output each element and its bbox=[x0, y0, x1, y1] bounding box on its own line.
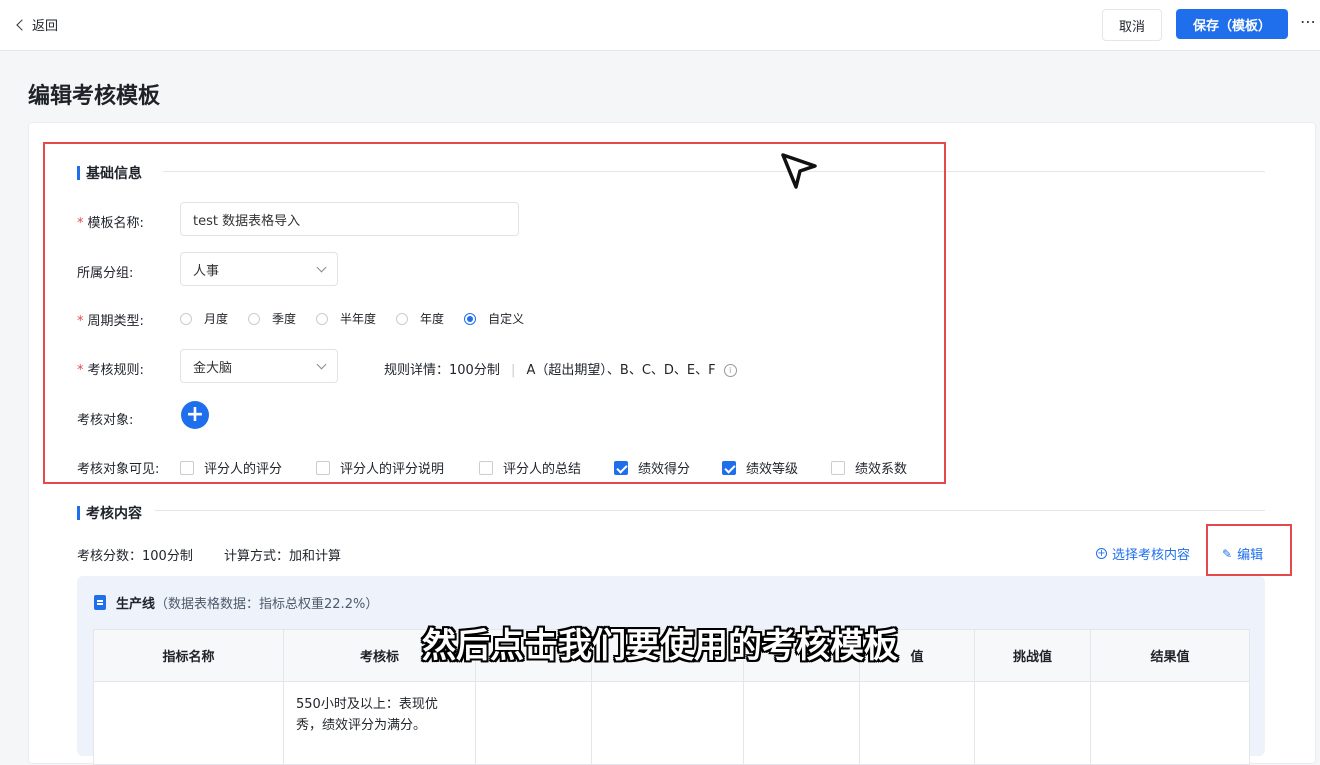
section-divider bbox=[155, 510, 1265, 511]
select-content-link[interactable]: + 选择考核内容 bbox=[1096, 544, 1190, 563]
chevron-left-icon bbox=[16, 19, 28, 31]
save-template-button[interactable]: 保存（模板） bbox=[1176, 9, 1288, 39]
more-icon[interactable]: ⋯ bbox=[1300, 12, 1316, 31]
highlight-edit bbox=[1206, 524, 1292, 576]
highlight-basic-info bbox=[43, 142, 946, 484]
score-system: 考核分数：100分制 bbox=[77, 549, 193, 564]
document-icon bbox=[94, 595, 106, 610]
back-label: 返回 bbox=[32, 19, 59, 34]
table-cell bbox=[591, 681, 744, 765]
calc-method: 计算方式：加和计算 bbox=[224, 549, 342, 564]
table-cell bbox=[475, 681, 592, 765]
table-cell bbox=[974, 681, 1091, 765]
mouse-cursor-icon bbox=[781, 153, 817, 189]
back-button[interactable]: 返回 bbox=[16, 15, 59, 34]
table-cell bbox=[1090, 681, 1250, 765]
video-subtitle: 然后点击我们要使用的考核模板 bbox=[422, 626, 898, 666]
page-title: 编辑考核模板 bbox=[28, 84, 161, 109]
section-marker bbox=[77, 506, 80, 520]
indicator-group-title: 生产线 （数据表格数据：指标总权重22.2%） bbox=[94, 593, 378, 612]
section-content: 考核内容 bbox=[77, 503, 142, 523]
top-bar: 返回 取消 保存（模板） ⋯ bbox=[0, 0, 1320, 51]
table-row: 550小时及以上：表现优秀，绩效评分为满分。 bbox=[93, 681, 1250, 765]
cancel-button[interactable]: 取消 bbox=[1102, 9, 1162, 41]
plus-circle-icon: + bbox=[1096, 548, 1107, 559]
table-cell bbox=[93, 681, 284, 765]
table-cell: 550小时及以上：表现优秀，绩效评分为满分。 bbox=[283, 681, 476, 765]
section-title: 考核内容 bbox=[86, 506, 142, 522]
table-cell bbox=[859, 681, 975, 765]
table-cell bbox=[743, 681, 860, 765]
